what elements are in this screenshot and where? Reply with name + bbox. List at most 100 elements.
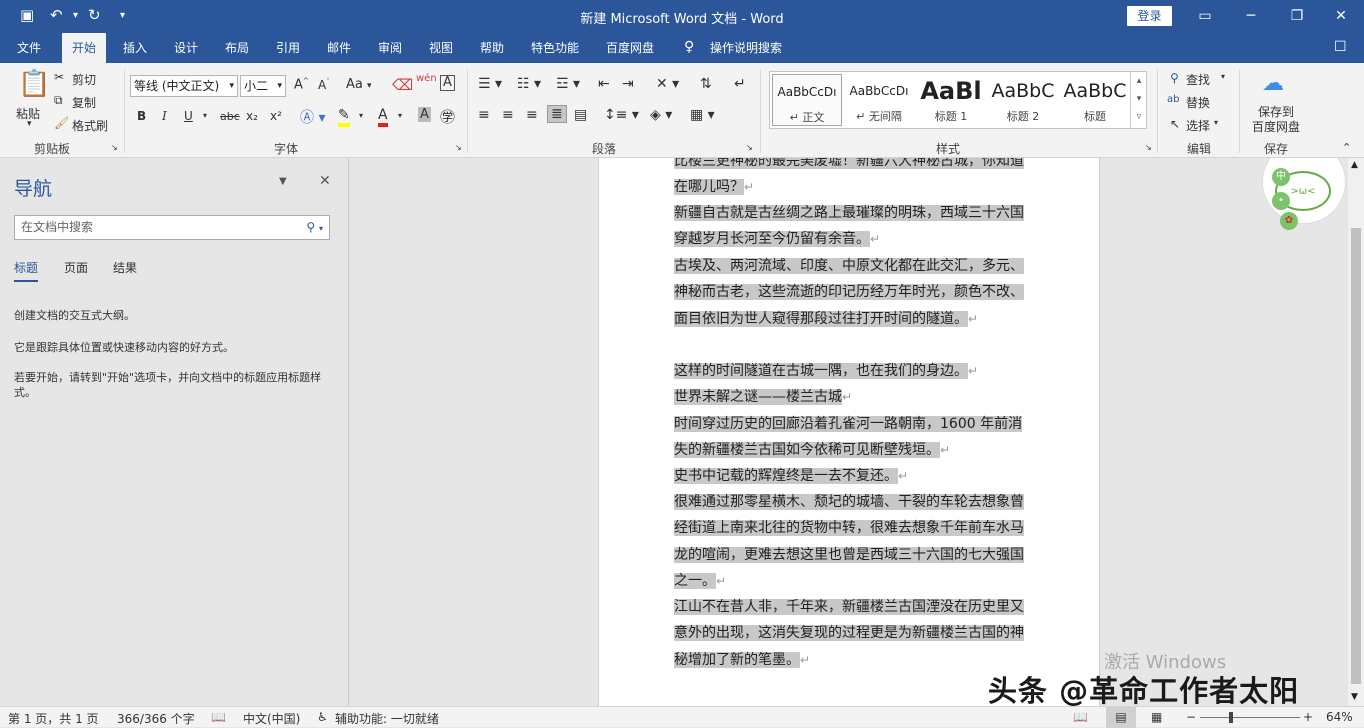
- align-left-icon[interactable]: ≡: [478, 107, 490, 123]
- paragraph[interactable]: 时间穿过历史的回廊沿着孔雀河一路朝南，1600 年前消失的新疆楼兰古国如今依稀可…: [674, 411, 1026, 464]
- word-count[interactable]: 366/366 个字: [117, 710, 195, 727]
- decrease-indent-icon[interactable]: ⇤: [598, 76, 610, 92]
- copy-button[interactable]: 复制: [72, 94, 96, 111]
- zoom-level[interactable]: 64%: [1326, 710, 1353, 724]
- bullets-icon[interactable]: ☰ ▾: [478, 76, 502, 92]
- zoom-slider-thumb[interactable]: [1229, 712, 1233, 723]
- paragraph[interactable]: 江山不在昔人非，千年来，新疆楼兰古国湮没在历史里又意外的出现，这消失复现的过程更…: [674, 594, 1026, 673]
- font-color-icon[interactable]: A: [378, 107, 388, 127]
- line-spacing-icon[interactable]: ↕≡ ▾: [604, 107, 639, 123]
- styles-scroll[interactable]: ▴ ▾ ▿: [1130, 72, 1147, 128]
- maximize-button[interactable]: ❐: [1274, 4, 1320, 28]
- enclose-characters-icon[interactable]: ㊫: [440, 106, 455, 127]
- tab-review[interactable]: 审阅: [368, 33, 412, 63]
- tab-layout[interactable]: 布局: [215, 33, 259, 63]
- replace-button[interactable]: 替换: [1186, 94, 1210, 111]
- superscript-button[interactable]: x²: [270, 109, 282, 123]
- tab-pages[interactable]: 页面: [64, 259, 88, 276]
- distributed-icon[interactable]: ▤: [574, 107, 587, 123]
- text-effects-icon[interactable]: Ⓐ ▾: [300, 107, 325, 127]
- shading-icon[interactable]: ◈ ▾: [650, 107, 672, 123]
- align-center-icon[interactable]: ≡: [502, 107, 514, 123]
- find-button[interactable]: 查找: [1186, 71, 1210, 88]
- paste-dropdown-icon[interactable]: ▾: [27, 119, 32, 129]
- close-icon[interactable]: ✕: [319, 173, 331, 189]
- zoom-slider[interactable]: [1200, 717, 1300, 718]
- assistant-mascot-icon[interactable]: >ω<: [1262, 158, 1346, 224]
- minimize-button[interactable]: ─: [1228, 4, 1274, 28]
- paragraph[interactable]: 很难通过那零星横木、颓圮的城墙、干裂的车轮去想象曾经街道上南来北往的货物中转，很…: [674, 489, 1026, 594]
- font-size-dropdown[interactable]: 小二 ▾: [240, 75, 286, 97]
- ime-skin-icon[interactable]: ✿: [1280, 212, 1298, 230]
- paragraph-launcher-icon[interactable]: ↘: [746, 143, 753, 152]
- zoom-in-button[interactable]: +: [1303, 710, 1313, 724]
- style-title[interactable]: AaBbC 标题: [1060, 74, 1130, 126]
- underline-button[interactable]: U: [184, 109, 193, 123]
- zoom-out-button[interactable]: −: [1186, 710, 1196, 724]
- chinese-layout-icon[interactable]: ✕ ▾: [656, 76, 679, 92]
- tell-me-search[interactable]: 操作说明搜索: [700, 33, 792, 63]
- clear-formatting-icon[interactable]: ⌫: [392, 76, 413, 94]
- sort-icon[interactable]: ⇅: [700, 76, 712, 92]
- tab-insert[interactable]: 插入: [113, 33, 157, 63]
- shrink-font-icon[interactable]: Aˇ: [318, 78, 330, 92]
- borders-icon[interactable]: ▦ ▾: [690, 107, 715, 123]
- ime-chinese-icon[interactable]: 中: [1272, 168, 1290, 186]
- tab-view[interactable]: 视图: [419, 33, 463, 63]
- bold-button[interactable]: B: [137, 109, 146, 123]
- page-count[interactable]: 第 1 页，共 1 页: [8, 710, 99, 727]
- paragraph[interactable]: 古埃及、两河流域、印度、中原文化都在此交汇，多元、神秘而古老，这些流逝的印记历经…: [674, 253, 1026, 332]
- tab-home[interactable]: 开始: [62, 33, 107, 63]
- tab-file[interactable]: 文件: [7, 33, 51, 63]
- baidu-netdisk-icon[interactable]: ☁: [1262, 71, 1284, 96]
- underline-dropdown-icon[interactable]: ▾: [203, 111, 207, 120]
- tab-results[interactable]: 结果: [113, 259, 137, 276]
- style-no-spacing[interactable]: AaBbCcDı ↵ 无间隔: [844, 74, 914, 126]
- justify-icon[interactable]: ≣: [547, 105, 567, 123]
- style-heading-2[interactable]: AaBbC 标题 2: [988, 74, 1058, 126]
- scroll-down-icon[interactable]: ▼: [1351, 692, 1358, 702]
- accessibility-icon[interactable]: ♿: [317, 710, 328, 724]
- select-dropdown-icon[interactable]: ▾: [1214, 118, 1218, 127]
- nav-options-icon[interactable]: ▼: [279, 176, 287, 187]
- multilevel-list-icon[interactable]: ☲ ▾: [556, 76, 580, 92]
- web-layout-icon[interactable]: ▦: [1151, 710, 1162, 724]
- clipboard-launcher-icon[interactable]: ↘: [111, 143, 118, 152]
- highlight-dropdown-icon[interactable]: ▾: [359, 111, 363, 120]
- style-normal[interactable]: AaBbCcDı ↵ 正文: [772, 74, 842, 126]
- ribbon-display-icon[interactable]: ▭: [1182, 4, 1228, 28]
- login-button[interactable]: 登录: [1127, 6, 1172, 26]
- font-launcher-icon[interactable]: ↘: [455, 143, 462, 152]
- cut-icon[interactable]: ✂: [54, 70, 64, 84]
- paragraph[interactable]: 新疆自古就是古丝绸之路上最璀璨的明珠，西域三十六国穿越岁月长河至今仍留有余音。↵: [674, 200, 1026, 253]
- find-dropdown-icon[interactable]: ▾: [1221, 72, 1225, 81]
- select-icon[interactable]: ↖: [1170, 117, 1180, 131]
- select-button[interactable]: 选择: [1186, 117, 1210, 134]
- increase-indent-icon[interactable]: ⇥: [622, 76, 634, 92]
- document-page[interactable]: 比楼兰更神秘的最完美废墟！新疆六大神秘古城，你知道在哪儿吗？↵ 新疆自古就是古丝…: [598, 158, 1100, 706]
- font-name-dropdown[interactable]: 等线 (中文正文) ▾: [130, 75, 238, 97]
- search-icon[interactable]: ⚲ ▾: [306, 216, 323, 240]
- tab-special[interactable]: 特色功能: [521, 33, 589, 63]
- tab-headings[interactable]: 标题: [14, 259, 39, 282]
- vertical-scrollbar[interactable]: ▲ ▼: [1348, 158, 1364, 706]
- find-icon[interactable]: ⚲: [1170, 71, 1179, 85]
- proofing-icon[interactable]: 📖: [211, 710, 226, 724]
- tab-help[interactable]: 帮助: [470, 33, 514, 63]
- replace-icon[interactable]: ab: [1167, 94, 1179, 105]
- print-layout-icon[interactable]: ▤: [1106, 707, 1136, 728]
- paragraph[interactable]: 史书中记载的辉煌终是一去不复还。↵: [674, 463, 1026, 489]
- tab-design[interactable]: 设计: [164, 33, 208, 63]
- styles-launcher-icon[interactable]: ↘: [1145, 143, 1152, 152]
- align-right-icon[interactable]: ≡: [526, 107, 538, 123]
- paragraph[interactable]: 世界未解之谜——楼兰古城↵: [674, 384, 1026, 410]
- scroll-up-icon[interactable]: ▲: [1351, 160, 1358, 170]
- format-painter-button[interactable]: 格式刷: [72, 117, 108, 134]
- collapse-ribbon-icon[interactable]: ⌃: [1342, 141, 1351, 154]
- font-color-dropdown-icon[interactable]: ▾: [398, 111, 402, 120]
- phonetic-guide-icon[interactable]: wén: [416, 73, 437, 84]
- highlight-icon[interactable]: ✎: [338, 107, 350, 127]
- ime-punctuation-icon[interactable]: •: [1272, 192, 1290, 210]
- format-painter-icon[interactable]: 🖌: [54, 116, 69, 130]
- change-case-button[interactable]: Aa ▾: [346, 77, 372, 92]
